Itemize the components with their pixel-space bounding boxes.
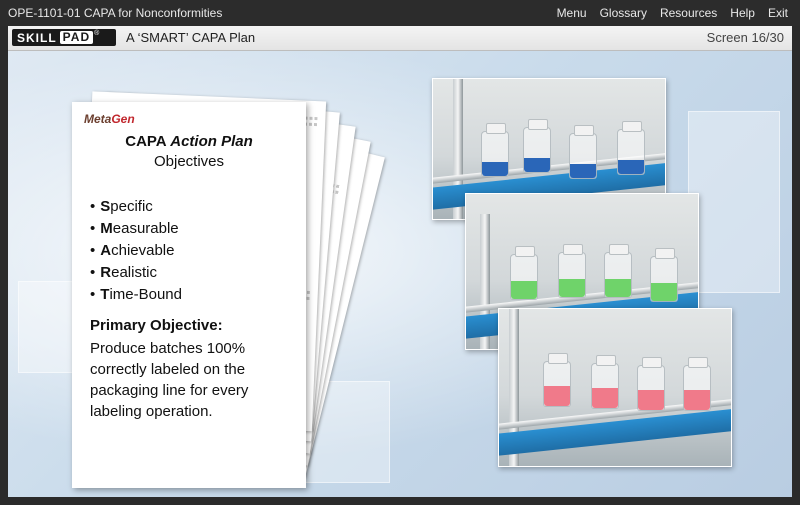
- list-item: Specific: [90, 196, 182, 218]
- bottom-bar: [0, 497, 800, 505]
- screen-number: Screen 16/30: [706, 30, 784, 45]
- background-decor: [688, 111, 780, 293]
- nav-help-link[interactable]: Help: [730, 6, 755, 20]
- course-title: OPE-1101-01 CAPA for Nonconformities: [8, 6, 223, 20]
- capa-action-plan-document: MetaGen CAPA Action Plan Objectives Spec…: [72, 102, 306, 488]
- primary-objective-text: Produce batches 100% correctly labeled o…: [90, 340, 249, 420]
- screen-title: A ‘SMART’ CAPA Plan: [126, 30, 256, 45]
- nav-glossary-link[interactable]: Glossary: [600, 6, 647, 20]
- nav-menu-link[interactable]: Menu: [557, 6, 587, 20]
- content-area: MetaGen CAPA Action Plan Objectives Spec…: [8, 51, 792, 497]
- list-item: Measurable: [90, 218, 182, 240]
- list-item: Time-Bound: [90, 284, 182, 306]
- screen-header: SKILL PAD ® A ‘SMART’ CAPA Plan Screen 1…: [8, 26, 792, 51]
- nav-menu: Menu Glossary Resources Help Exit: [544, 6, 788, 20]
- plan-title: CAPA Action Plan: [125, 133, 253, 150]
- nav-resources-link[interactable]: Resources: [660, 6, 717, 20]
- top-menu-bar: OPE-1101-01 CAPA for Nonconformities Men…: [0, 0, 800, 26]
- nav-exit-link[interactable]: Exit: [768, 6, 788, 20]
- primary-objective-label: Primary Objective:: [90, 317, 223, 334]
- plan-subtitle: Objectives: [153, 153, 225, 170]
- list-item: Achievable: [90, 240, 182, 262]
- skillpad-logo: SKILL PAD ®: [12, 29, 116, 46]
- list-item: Realistic: [90, 262, 182, 284]
- smart-criteria-list: Specific Measurable Achievable Realistic…: [90, 196, 182, 306]
- metagen-logo: MetaGen: [84, 112, 135, 126]
- pink-vials-photo: [498, 308, 732, 467]
